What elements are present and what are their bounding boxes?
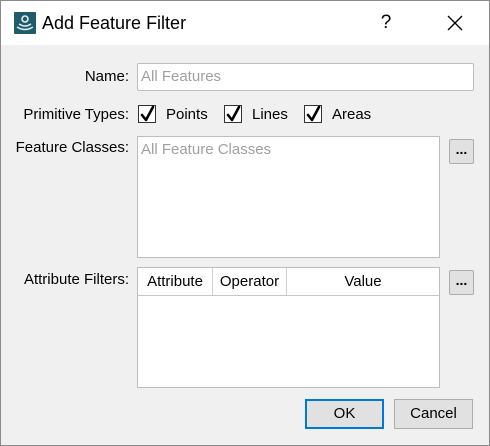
areas-checkbox[interactable] bbox=[304, 105, 322, 123]
checkmark-icon bbox=[306, 105, 321, 122]
points-label: Points bbox=[166, 106, 208, 123]
add-feature-filter-dialog: Add Feature Filter ? Name: All Features … bbox=[0, 0, 490, 446]
points-checkbox[interactable] bbox=[138, 105, 156, 123]
name-field[interactable]: All Features bbox=[137, 63, 474, 91]
ok-button[interactable]: OK bbox=[305, 399, 384, 429]
app-icon bbox=[14, 12, 36, 34]
close-icon bbox=[447, 15, 463, 31]
checkmark-icon bbox=[140, 105, 155, 122]
areas-label: Areas bbox=[332, 106, 372, 123]
table-header: Attribute Operator Value bbox=[138, 268, 439, 296]
lines-label: Lines bbox=[252, 106, 288, 123]
attribute-filters-browse-button[interactable]: ... bbox=[449, 270, 474, 295]
name-label: Name: bbox=[84, 68, 129, 85]
feature-classes-list[interactable]: All Feature Classes bbox=[137, 136, 440, 258]
checkmark-icon bbox=[226, 105, 241, 122]
lines-checkbox[interactable] bbox=[224, 105, 242, 123]
window-title: Add Feature Filter bbox=[42, 13, 187, 33]
attribute-filters-table[interactable]: Attribute Operator Value bbox=[137, 267, 440, 388]
feature-classes-browse-button[interactable]: ... bbox=[449, 139, 474, 164]
help-button[interactable]: ? bbox=[374, 9, 398, 37]
column-header-value[interactable]: Value bbox=[287, 268, 439, 295]
column-header-attribute[interactable]: Attribute bbox=[138, 268, 213, 295]
primitive-types-label: Primitive Types: bbox=[23, 106, 129, 123]
column-header-operator[interactable]: Operator bbox=[213, 268, 287, 295]
title-bar: Add Feature Filter ? bbox=[1, 1, 489, 45]
close-button[interactable] bbox=[441, 9, 469, 37]
feature-classes-label: Feature Classes: bbox=[15, 139, 129, 156]
attribute-filters-label: Attribute Filters: bbox=[23, 271, 129, 288]
cancel-button[interactable]: Cancel bbox=[394, 399, 473, 429]
